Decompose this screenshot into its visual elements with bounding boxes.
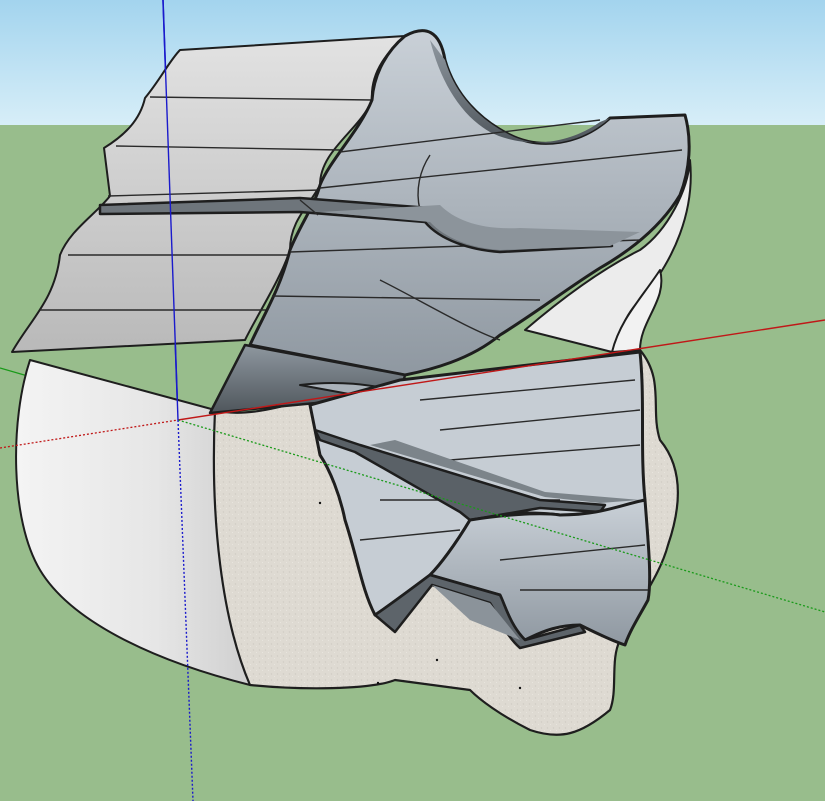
face-speck [318, 501, 322, 505]
face-speck [435, 658, 439, 662]
face-speck [518, 686, 522, 690]
model-canvas[interactable] [0, 0, 825, 801]
sketchup-viewport[interactable] [0, 0, 825, 801]
face-speck [376, 681, 380, 685]
